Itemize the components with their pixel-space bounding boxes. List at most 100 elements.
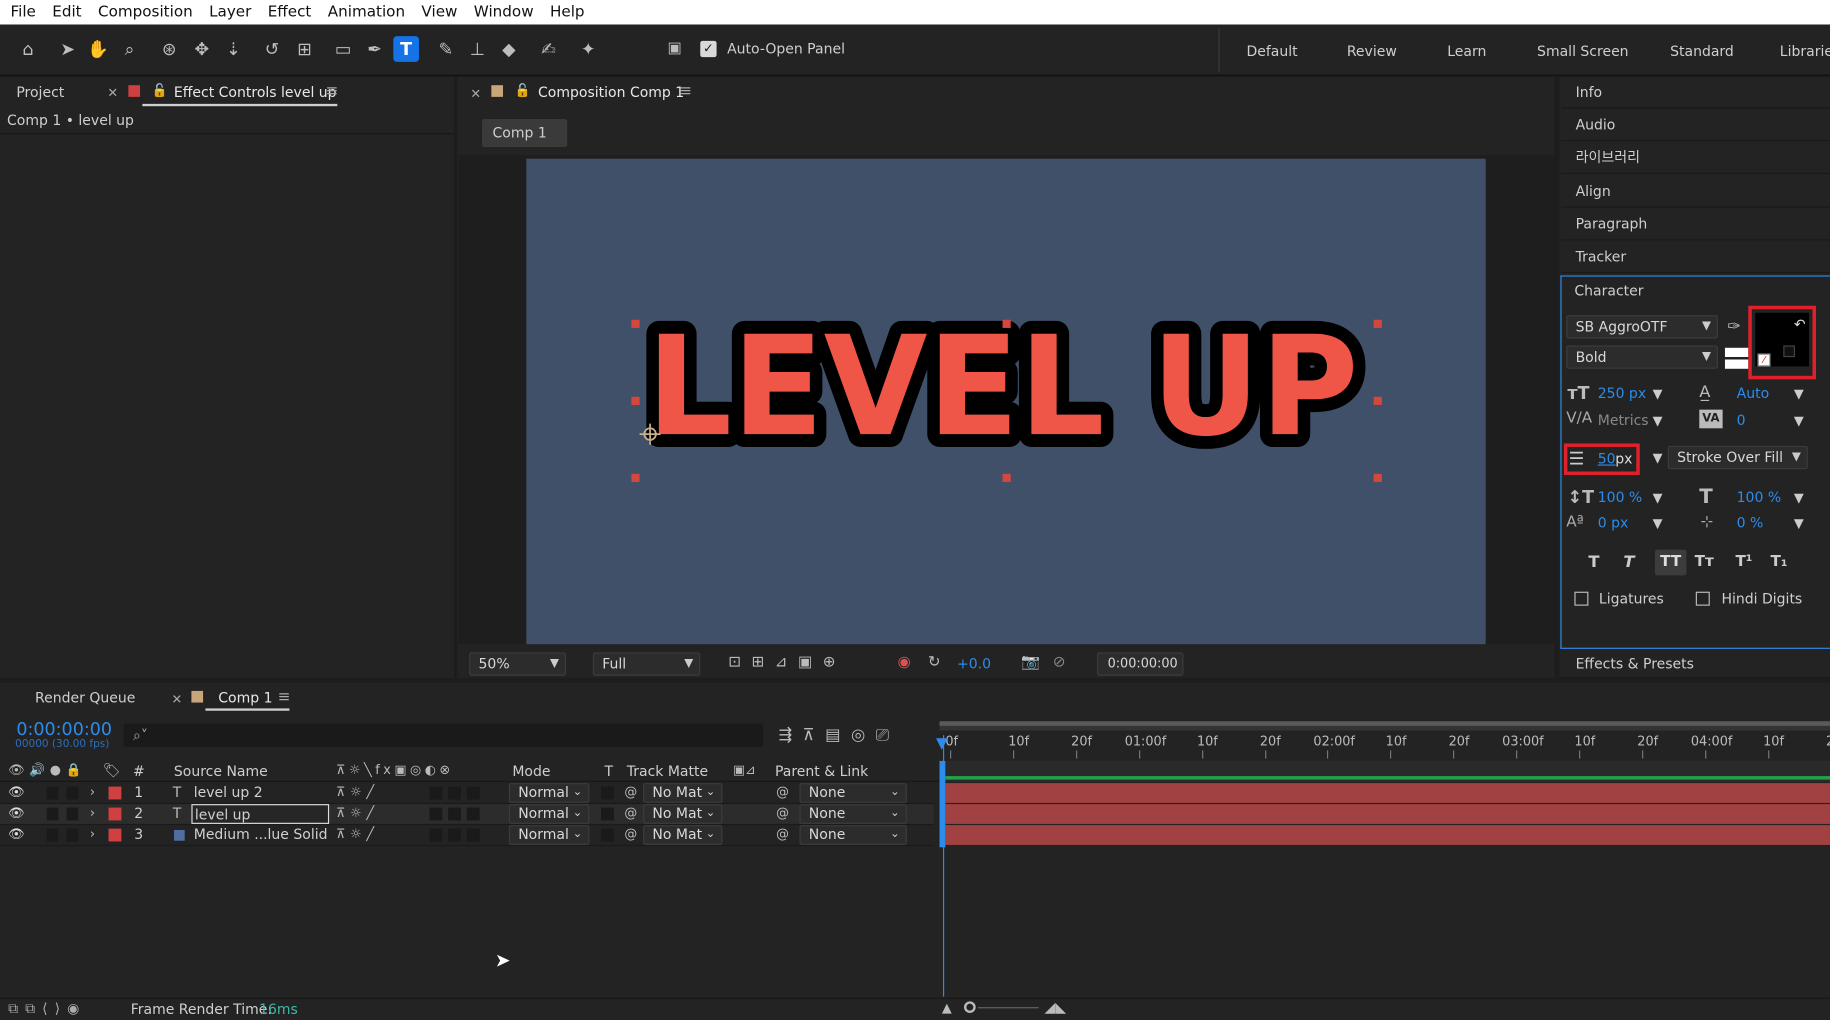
table-row[interactable]: 👁 › 2 Tlevel up ⊼☼╱ Normal ⌄ @ No Mat ⌄ @ None ⌄ [0,804,934,826]
chevron-down-icon[interactable]: ▼ [1653,490,1663,505]
panel-effects-presets[interactable]: Effects & Presets [1561,650,1830,679]
status-toggle-icons[interactable]: ⧉⧉⟨⟩◉ [8,1000,86,1018]
tab-composition[interactable]: Composition Comp 1 [538,84,684,100]
current-time-field[interactable]: 0:00:00:00 [1097,652,1184,676]
layer-1-duration-bar[interactable] [945,783,1830,803]
visibility-eye-icon[interactable]: 👁 [8,826,24,841]
lock-switch[interactable] [66,807,79,821]
resolution-dropdown[interactable]: Full ▼ [592,652,701,676]
solo-switch[interactable] [46,828,59,842]
exposure-value[interactable]: +0.0 [957,656,991,672]
switch-box[interactable] [466,786,480,800]
switch-box[interactable] [448,828,462,842]
faux-italic-button[interactable]: T [1623,553,1634,572]
rectangle-icon[interactable]: ▭ [330,36,356,62]
tab-render-queue[interactable]: Render Queue [35,690,135,706]
reset-exposure-icon[interactable]: ↻ [928,654,941,672]
panel-menu-icon[interactable]: ≡ [679,83,692,101]
pan-camera-icon[interactable]: ✥ [189,36,215,62]
menu-edit[interactable]: Edit [44,0,90,25]
parent-dropdown[interactable]: None ⌄ [799,825,907,845]
lock-icon[interactable]: 🔓 [515,83,531,98]
hindi-digits-checkbox[interactable] [1695,591,1710,606]
parent-pickwhip-icon[interactable]: @ [776,826,789,841]
preserve-transparency-box[interactable] [601,786,614,800]
panel-info[interactable]: Info [1561,77,1830,109]
layer-search-input[interactable]: ⌕˅ [123,723,764,747]
zoom-out-icon[interactable]: ▲ [942,1000,952,1015]
type-icon[interactable]: T [393,36,419,62]
chevron-right-icon[interactable]: › [90,784,95,799]
font-size-value[interactable]: 250 px [1598,385,1646,401]
panel-libraries[interactable]: 라이브러리 [1561,142,1830,174]
font-family-dropdown[interactable]: SB AggroOTF ▼ [1566,315,1718,339]
auto-open-checkbox[interactable]: ✓ [700,40,717,58]
layer-2-duration-bar[interactable] [945,804,1830,824]
eyedropper-icon[interactable]: ✑ [1727,317,1741,336]
menu-effect[interactable]: Effect [260,0,320,25]
close-icon[interactable]: ✕ [470,86,481,101]
panel-icon[interactable]: ▣ [662,36,688,62]
layer-source-name[interactable]: level up [191,804,330,824]
layer-switch-icons[interactable]: ⊼☼╱ [336,826,379,841]
faux-bold-button[interactable]: T [1588,553,1599,572]
chevron-down-icon[interactable]: ▼ [1653,386,1663,401]
tab-effect-controls[interactable]: Effect Controls level up [174,84,337,100]
baseline-shift-value[interactable]: 0 px [1598,515,1629,531]
zoom-dropdown[interactable]: 50% ▼ [469,652,567,676]
panel-menu-icon[interactable]: ≡ [278,689,291,707]
font-style-dropdown[interactable]: Bold ▼ [1566,345,1718,369]
track-matte-dropdown[interactable]: No Mat ⌄ [643,783,723,803]
preserve-transparency-box[interactable] [601,828,614,842]
switch-box[interactable] [466,828,480,842]
menu-composition[interactable]: Composition [90,0,201,25]
playhead-icon[interactable]: ▼ [936,735,948,753]
lock-icon[interactable]: 🔓 [152,83,168,98]
show-snapshot-icon[interactable]: ⊘ [1053,654,1066,672]
visibility-eye-icon[interactable]: 👁 [8,805,24,820]
switch-box[interactable] [429,807,443,821]
layer-3-duration-bar[interactable] [945,825,1830,845]
switch-box[interactable] [429,828,443,842]
chevron-down-icon[interactable]: ▼ [1794,413,1804,428]
switch-box[interactable] [448,807,462,821]
layer-label-color[interactable] [108,807,122,821]
menu-help[interactable]: Help [542,0,593,25]
eraser-icon[interactable]: ◆ [496,36,522,62]
chevron-right-icon[interactable]: › [90,826,95,841]
lock-switch[interactable] [66,828,79,842]
visibility-eye-icon[interactable]: 👁 [8,784,24,799]
clone-stamp-icon[interactable]: ⊥ [465,36,491,62]
preserve-transparency-box[interactable] [601,807,614,821]
all-caps-button[interactable]: TT [1654,549,1687,576]
menu-window[interactable]: Window [466,0,542,25]
workspace-libraries[interactable]: Libraries [1780,43,1830,59]
chevron-right-icon[interactable]: › [90,805,95,820]
switch-box[interactable] [429,786,443,800]
close-icon[interactable]: ✕ [172,692,183,707]
close-icon[interactable]: ✕ [107,85,118,100]
parent-dropdown[interactable]: None ⌄ [799,783,907,803]
matte-pickwhip-icon[interactable]: @ [624,826,637,841]
parent-pickwhip-icon[interactable]: @ [776,805,789,820]
chevron-down-icon[interactable]: ▼ [1653,413,1663,428]
dolly-camera-icon[interactable]: ⇣ [221,36,247,62]
column-source-name[interactable]: Source Name [174,763,268,779]
layer-source-name[interactable]: Medium ...lue Solid 1 [191,825,329,845]
tracking-value[interactable]: 0 [1737,412,1746,428]
timeline-switch-icons[interactable]: ⇶⊼▤◎⎚ [778,726,899,745]
panel-tracker[interactable]: Tracker [1561,241,1830,274]
menu-animation[interactable]: Animation [320,0,414,25]
table-row[interactable]: 👁 › 3 ■ Medium ...lue Solid 1 ⊼☼╱ Normal ⌄ @ No M… [0,825,934,847]
zoom-in-icon[interactable]: ◢◣ [1045,999,1067,1015]
chevron-down-icon[interactable]: ▼ [1794,490,1804,505]
solo-switch[interactable] [46,807,59,821]
panel-menu-icon[interactable]: ≡ [326,83,339,101]
layer-source-name[interactable]: level up 2 [191,783,329,803]
chevron-down-icon[interactable]: ▼ [1653,516,1663,531]
parent-dropdown[interactable]: None ⌄ [799,804,907,824]
blend-mode-dropdown[interactable]: Normal ⌄ [508,825,590,845]
small-caps-button[interactable]: Tт [1695,553,1714,571]
track-matte-dropdown[interactable]: No Mat ⌄ [643,825,723,845]
channel-icon[interactable]: ◉ [897,654,910,672]
